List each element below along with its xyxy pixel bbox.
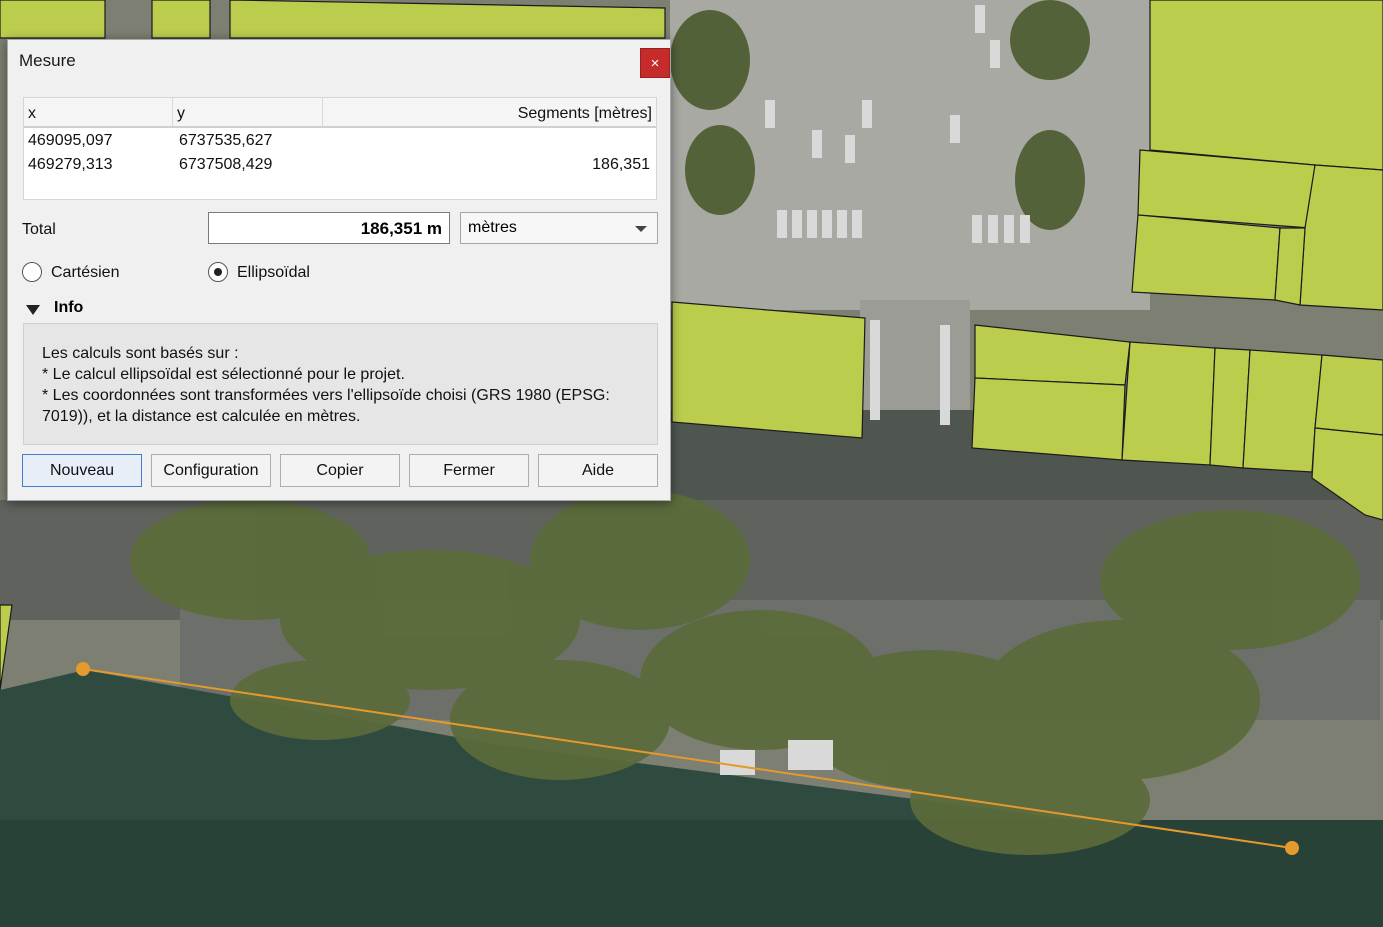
- measure-start-point: [76, 662, 90, 676]
- radio-selected-dot: [214, 268, 222, 276]
- radio-ellipsoidal[interactable]: [208, 262, 228, 282]
- table-header: x y Segments [mètres]: [24, 98, 656, 128]
- total-value-field[interactable]: 186,351 m: [208, 212, 450, 244]
- info-line: 7019)), et la distance est calculée en m…: [42, 408, 361, 425]
- new-button[interactable]: Nouveau: [22, 454, 142, 487]
- dialog-titlebar[interactable]: Mesure ×: [8, 40, 670, 81]
- coordinates-table[interactable]: x y Segments [mètres] 469095,097 6737535…: [23, 97, 657, 200]
- close-button[interactable]: Fermer: [409, 454, 529, 487]
- info-line: * Le calcul ellipsoïdal est sélectionné …: [42, 366, 405, 383]
- radio-cartesian[interactable]: [22, 262, 42, 282]
- radio-cartesian-label[interactable]: Cartésien: [51, 264, 119, 282]
- close-icon[interactable]: ×: [640, 48, 670, 78]
- configuration-button[interactable]: Configuration: [151, 454, 271, 487]
- dialog-title: Mesure: [19, 51, 76, 70]
- copy-button[interactable]: Copier: [280, 454, 400, 487]
- cell-x: 469095,097: [28, 132, 113, 149]
- new-button-label: Nouveau: [49, 462, 115, 479]
- radio-ellipsoidal-label[interactable]: Ellipsoïdal: [237, 264, 310, 282]
- column-header-x[interactable]: x: [28, 105, 36, 123]
- help-button[interactable]: Aide: [538, 454, 658, 487]
- chevron-down-icon: [635, 226, 647, 232]
- cell-y: 6737535,627: [179, 132, 273, 149]
- collapse-triangle-icon[interactable]: [26, 305, 40, 315]
- copy-button-label: Copier: [316, 462, 364, 479]
- configuration-button-label: Configuration: [163, 462, 259, 479]
- column-header-segments[interactable]: Segments [mètres]: [518, 105, 652, 123]
- column-separator[interactable]: [172, 98, 173, 126]
- info-line: * Les coordonnées sont transformées vers…: [42, 387, 610, 404]
- total-label: Total: [22, 221, 56, 238]
- unit-select-value: mètres: [468, 219, 517, 236]
- info-section-title[interactable]: Info: [54, 299, 83, 317]
- cell-y: 6737508,429: [179, 156, 273, 173]
- column-separator[interactable]: [322, 98, 323, 126]
- measure-end-point: [1285, 841, 1299, 855]
- measure-dialog: Mesure × x y Segments [mètres] 469095,09…: [7, 39, 671, 501]
- info-box: Les calculs sont basés sur : * Le calcul…: [23, 323, 658, 445]
- cell-x: 469279,313: [28, 156, 113, 173]
- unit-select[interactable]: mètres: [460, 212, 658, 244]
- close-button-label: Fermer: [443, 462, 495, 479]
- help-button-label: Aide: [581, 462, 615, 479]
- info-line: Les calculs sont basés sur :: [42, 345, 239, 362]
- cell-segment: 186,351: [592, 156, 650, 173]
- column-header-y[interactable]: y: [177, 105, 185, 123]
